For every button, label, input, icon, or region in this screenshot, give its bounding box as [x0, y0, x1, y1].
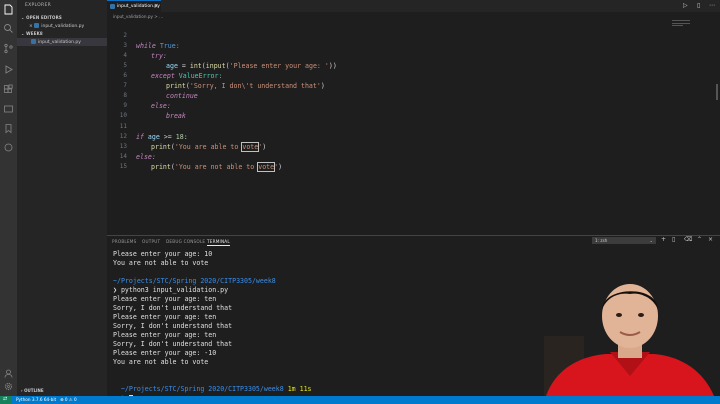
scrollbar[interactable] — [716, 84, 718, 100]
terminal-line: Please enter your age: -10 — [113, 349, 217, 357]
terminal-line: Please enter your age: ten — [113, 313, 217, 321]
code-line[interactable]: 9 break — [107, 91, 667, 120]
problems-indicator[interactable]: ⊗ 0 ⚠ 0 — [60, 397, 77, 402]
close-icon[interactable]: × — [154, 3, 158, 9]
code-line[interactable]: 5 except ValueError: — [107, 51, 667, 80]
open-editor-file-label: input_validation.py — [41, 24, 85, 29]
error-count: 0 — [64, 397, 68, 402]
open-editors-section[interactable]: ⌄ OPEN EDITORS — [21, 15, 62, 20]
chevron-down-icon: ⌄ — [649, 238, 653, 243]
chevron-down-icon: ⌄ — [21, 15, 25, 20]
terminal-line: Sorry, I don't understand that — [113, 304, 233, 312]
tab-terminal[interactable]: TERMINAL — [207, 239, 230, 246]
minimap[interactable] — [672, 20, 690, 30]
warning-count: 0 — [73, 397, 77, 402]
close-panel-icon[interactable]: × — [708, 236, 713, 243]
bookmark-icon[interactable] — [3, 123, 14, 134]
new-terminal-icon[interactable]: + — [661, 236, 666, 243]
code-line[interactable]: 7 continue — [107, 71, 667, 100]
code-line[interactable]: 2 while True: — [107, 21, 667, 50]
terminal-path: ~/Projects/STC/Spring 2020/CITP3305/week… — [113, 376, 312, 394]
terminal-line: Sorry, I don't understand that — [113, 322, 233, 330]
tab-problems[interactable]: PROBLEMS — [112, 239, 136, 244]
code-line[interactable]: 13 else: — [107, 132, 667, 161]
run-debug-icon[interactable] — [3, 64, 14, 75]
maximize-panel-icon[interactable]: ⌃ — [697, 236, 702, 243]
files-icon[interactable] — [3, 4, 14, 15]
command-duration: 1m 11s — [287, 385, 312, 393]
tab-output[interactable]: OUTPUT — [142, 239, 160, 244]
webcam-overlay — [536, 276, 720, 396]
outline-label: OUTLINE — [24, 388, 44, 393]
tab-debug-console[interactable]: DEBUG CONSOLE — [166, 239, 205, 244]
search-icon[interactable] — [3, 23, 14, 34]
error-icon: ⊗ — [60, 397, 64, 402]
chevron-down-icon: ⌄ — [21, 31, 25, 36]
breadcrumb[interactable]: input_validation.py > ... — [113, 14, 163, 19]
trash-icon[interactable]: ⌫ — [684, 236, 692, 243]
close-icon[interactable]: × — [29, 24, 33, 29]
terminal-line: ❯ python3 input_validation.py — [113, 286, 229, 294]
source-control-icon[interactable] — [3, 43, 14, 54]
code-line[interactable]: 14 print('You are not able to vote') — [107, 142, 667, 172]
explorer-sidebar: EXPLORER ⌄ OPEN EDITORS × input_validati… — [17, 0, 107, 396]
tab-input-validation[interactable]: input_validation.py × — [107, 0, 161, 12]
terminal-path: ~/Projects/STC/Spring 2020/CITP3305/week… — [113, 277, 276, 285]
shell-select-value: 1: zsh — [595, 238, 608, 243]
python-interpreter[interactable]: Python 3.7.6 64-bit — [16, 397, 56, 402]
terminal-line: You are not able to vote — [113, 259, 209, 267]
outline-section[interactable]: › OUTLINE — [21, 388, 44, 393]
python-file-icon — [31, 39, 36, 44]
extensions-icon[interactable] — [3, 84, 14, 95]
run-icon[interactable]: ▷ — [683, 2, 688, 9]
explorer-title: EXPLORER — [25, 3, 52, 8]
open-editors-label: OPEN EDITORS — [26, 15, 62, 20]
more-icon[interactable]: ⋯ — [709, 2, 715, 9]
folder-file-item[interactable]: input_validation.py — [31, 39, 81, 45]
terminal-line: Please enter your age: ten — [113, 295, 217, 303]
folder-section[interactable]: ⌄ WEEK8 — [21, 31, 43, 36]
terminal-shell-select[interactable]: 1: zsh ⌄ — [592, 237, 656, 244]
testing-icon[interactable] — [3, 142, 14, 153]
terminal-line: Please enter your age: 10 — [113, 250, 213, 258]
code-line[interactable]: 12 print('You are able to vote') — [107, 122, 667, 152]
editor-tab-bar: input_validation.py × — [107, 0, 720, 12]
chevron-right-icon: › — [21, 388, 23, 393]
accounts-icon[interactable] — [3, 368, 14, 379]
remote-icon[interactable] — [3, 104, 14, 115]
terminal-line: Sorry, I don't understand that — [113, 340, 233, 348]
presenter-image — [536, 276, 720, 396]
folder-label: WEEK8 — [26, 31, 43, 36]
code-line[interactable]: 4 age = int(input('Please enter your age… — [107, 41, 667, 70]
code-line[interactable]: 6 print('Sorry, I don\'t understand that… — [107, 61, 667, 90]
warning-icon: ⚠ — [68, 397, 73, 402]
code-line[interactable]: 3 try: — [107, 31, 667, 60]
terminal-path-text: ~/Projects/STC/Spring 2020/CITP3305/week… — [120, 385, 284, 393]
folder-file-label: input_validation.py — [38, 40, 81, 45]
remote-indicator[interactable]: ⇄ — [0, 396, 12, 404]
python-file-icon — [110, 4, 115, 9]
activity-bar — [0, 0, 17, 396]
code-line[interactable]: 15 — [107, 152, 667, 170]
terminal-line: You are not able to vote — [113, 358, 209, 366]
split-editor-icon[interactable]: ▯ — [697, 2, 700, 9]
status-bar: ⇄ Python 3.7.6 64-bit ⊗ 0 ⚠ 0 — [0, 396, 720, 404]
terminal-line: Please enter your age: ten — [113, 331, 217, 339]
open-editor-item[interactable]: × input_validation.py — [29, 23, 84, 29]
code-line[interactable]: 10 — [107, 101, 667, 119]
python-file-icon — [34, 23, 40, 28]
code-line[interactable]: 8 else: — [107, 81, 667, 110]
split-terminal-icon[interactable]: ▯ — [672, 236, 675, 243]
code-line[interactable]: 11 if age >= 18: — [107, 112, 667, 141]
settings-icon[interactable] — [3, 381, 14, 392]
